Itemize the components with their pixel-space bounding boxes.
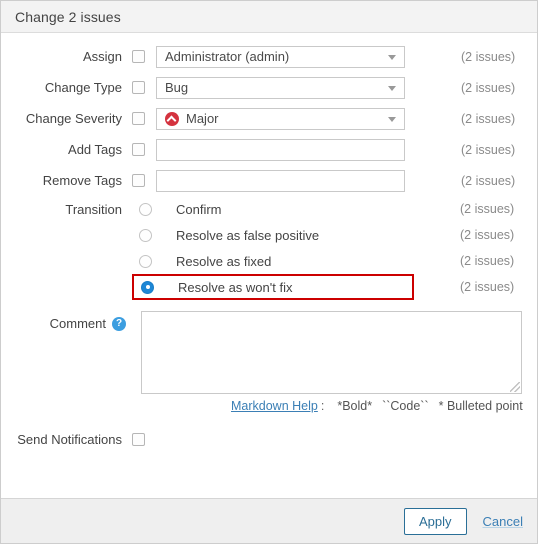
select-change-severity-value: Major — [186, 111, 219, 126]
select-change-type[interactable]: Bug — [156, 76, 405, 99]
issues-count-change-severity: (2 issues) — [461, 111, 516, 126]
issues-count-assign: (2 issues) — [461, 49, 516, 64]
field-assign: Administrator (admin) — [156, 45, 405, 68]
transition-option-fixed[interactable]: Resolve as fixed — [132, 248, 414, 274]
chevron-down-icon — [388, 54, 396, 60]
dialog-title: Change 2 issues — [15, 8, 121, 25]
comment-row: Comment ? — [1, 311, 537, 394]
radio-confirm[interactable] — [139, 202, 152, 216]
form-row-remove-tags: Remove Tags (2 issues) — [1, 165, 537, 196]
checkbox-change-type[interactable] — [132, 81, 145, 94]
transition-label-confirm: Confirm — [176, 201, 222, 217]
resize-handle[interactable] — [510, 382, 520, 392]
form-row-change-severity: Change Severity Major (2 issues) — [1, 103, 537, 134]
markdown-separator: : — [320, 399, 325, 413]
dialog-footer: Apply Cancel — [1, 498, 537, 543]
form-row-add-tags: Add Tags (2 issues) — [1, 134, 537, 165]
checkbox-send-notifications[interactable] — [132, 432, 145, 446]
chevron-down-icon — [388, 85, 396, 91]
checkbox-remove-tags[interactable] — [132, 174, 145, 187]
label-transition: Transition — [65, 201, 122, 217]
field-remove-tags — [156, 169, 405, 192]
transition-option-false-positive[interactable]: Resolve as false positive — [132, 222, 414, 248]
select-assign[interactable]: Administrator (admin) — [156, 45, 405, 68]
radio-resolve-wont-fix[interactable] — [141, 280, 154, 294]
field-change-severity: Major — [156, 107, 405, 130]
label-comment: Comment — [49, 316, 106, 331]
issues-count-add-tags: (2 issues) — [461, 142, 516, 157]
transition-label-false-positive: Resolve as false positive — [176, 227, 320, 243]
transition-row-false-positive: Resolve as false positive (2 issues) — [1, 222, 537, 248]
select-assign-value: Administrator (admin) — [165, 49, 290, 64]
issues-count-wont-fix: (2 issues) — [460, 280, 515, 294]
label-change-type: Change Type — [44, 80, 122, 95]
cancel-button[interactable]: Cancel — [483, 514, 523, 529]
apply-button[interactable]: Apply — [404, 507, 467, 535]
issues-count-confirm: (2 issues) — [460, 202, 515, 216]
label-send-notifications: Send Notifications — [17, 431, 122, 447]
dialog-body: Assign Administrator (admin) (2 issues) … — [1, 33, 537, 498]
checkbox-assign[interactable] — [132, 50, 145, 63]
transition-row-wont-fix: Resolve as won't fix (2 issues) — [1, 274, 537, 300]
field-change-type: Bug — [156, 76, 405, 99]
label-add-tags: Add Tags — [68, 142, 122, 157]
transition-option-confirm[interactable]: Confirm — [132, 196, 414, 222]
comment-label-wrap: Comment ? — [1, 311, 132, 394]
issues-count-change-type: (2 issues) — [461, 80, 516, 95]
input-add-tags[interactable] — [156, 138, 405, 161]
radio-resolve-false-positive[interactable] — [139, 228, 152, 242]
select-change-severity[interactable]: Major — [156, 107, 405, 130]
markdown-hint-code: ``Code`` — [382, 399, 429, 413]
comment-textarea[interactable] — [141, 311, 522, 394]
severity-major-icon — [165, 111, 179, 126]
form-row-assign: Assign Administrator (admin) (2 issues) — [1, 41, 537, 72]
markdown-hint-bold: *Bold* — [337, 399, 373, 413]
send-notifications-row: Send Notifications — [1, 429, 537, 449]
label-assign: Assign — [82, 49, 122, 64]
dialog-header: Change 2 issues — [1, 1, 537, 33]
transition-row-confirm: Transition Confirm (2 issues) — [1, 196, 537, 222]
input-remove-tags[interactable] — [156, 169, 405, 192]
checkbox-change-severity[interactable] — [132, 112, 145, 125]
markdown-hint-bullet: * Bulleted point — [438, 399, 523, 413]
select-change-type-value: Bug — [165, 80, 189, 95]
transition-label-fixed: Resolve as fixed — [176, 253, 272, 269]
issues-count-remove-tags: (2 issues) — [461, 173, 516, 188]
form-row-change-type: Change Type Bug (2 issues) — [1, 72, 537, 103]
field-add-tags — [156, 138, 405, 161]
issues-count-fixed: (2 issues) — [460, 254, 515, 268]
markdown-help-row: Markdown Help : *Bold* ``Code`` * Bullet… — [1, 399, 537, 413]
label-change-severity: Change Severity — [25, 111, 122, 126]
issues-count-false-positive: (2 issues) — [460, 228, 515, 242]
change-issues-dialog: Change 2 issues Assign Administrator (ad… — [0, 0, 538, 544]
transition-label-wont-fix: Resolve as won't fix — [178, 279, 293, 295]
label-remove-tags: Remove Tags — [42, 173, 122, 188]
radio-resolve-fixed[interactable] — [139, 254, 152, 268]
chevron-down-icon — [388, 116, 396, 122]
checkbox-add-tags[interactable] — [132, 143, 145, 156]
transition-row-fixed: Resolve as fixed (2 issues) — [1, 248, 537, 274]
transition-option-wont-fix[interactable]: Resolve as won't fix — [132, 274, 414, 300]
markdown-help-link[interactable]: Markdown Help — [231, 399, 318, 413]
help-icon[interactable]: ? — [112, 317, 126, 331]
